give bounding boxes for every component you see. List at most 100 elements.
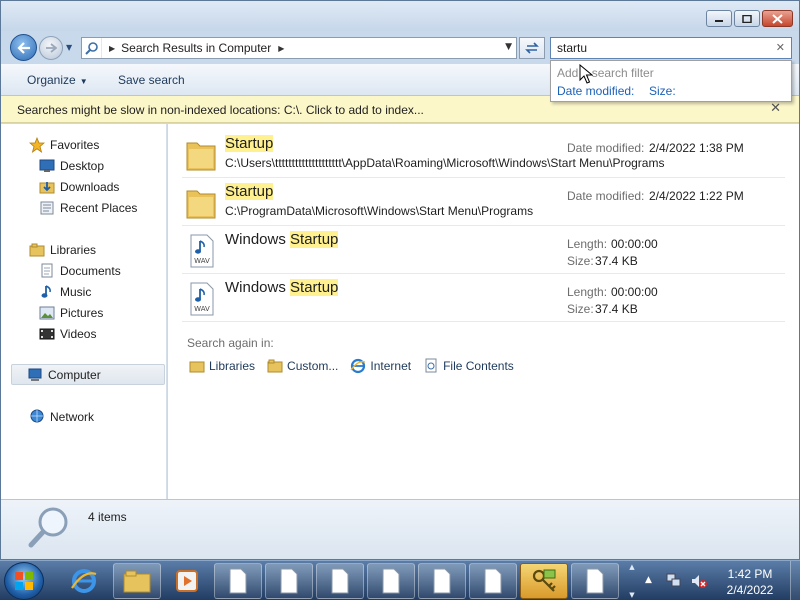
search-again-custom[interactable]: Custom...: [267, 358, 338, 374]
result-row[interactable]: Startup C:\Users\tttttttttttttttttttt\Ap…: [182, 131, 785, 178]
search-again-libraries[interactable]: Libraries: [189, 358, 255, 374]
search-input[interactable]: startu ✕: [550, 37, 792, 59]
taskbar-keys-app[interactable]: [520, 563, 568, 599]
address-dropdown-icon[interactable]: ▼: [505, 42, 512, 52]
music-icon: [38, 284, 56, 300]
nav-pictures[interactable]: Pictures: [1, 302, 167, 323]
result-row[interactable]: WAV Windows Startup Length: 00:00:00 Siz…: [182, 275, 785, 322]
scroll-down-icon[interactable]: ▼: [629, 591, 634, 599]
nav-recent-places[interactable]: Recent Places: [1, 197, 167, 218]
save-search-button[interactable]: Save search: [118, 73, 185, 87]
taskbar-document-window[interactable]: [367, 563, 415, 599]
start-button[interactable]: [4, 562, 44, 600]
close-icon: [772, 13, 783, 24]
document-icon: [331, 568, 349, 594]
nav-computer-label: Computer: [48, 367, 101, 382]
favorites-group: Favorites Desktop Downloads Recent Place…: [1, 134, 167, 218]
navigation-pane: Favorites Desktop Downloads Recent Place…: [1, 124, 167, 499]
clear-search-icon[interactable]: ✕: [776, 41, 785, 54]
organize-label: Organize: [27, 73, 76, 87]
info-bar-message[interactable]: Searches might be slow in non-indexed lo…: [17, 103, 424, 117]
nav-network-label: Network: [50, 409, 95, 424]
document-icon: [382, 568, 400, 594]
desktop-icon: [38, 158, 56, 174]
nav-favorites[interactable]: Favorites: [1, 134, 167, 155]
nav-documents[interactable]: Documents: [1, 260, 167, 281]
clock-date: 2/4/2022: [726, 583, 774, 597]
taskbar-document-window[interactable]: [316, 563, 364, 599]
match-highlight: Startup: [225, 135, 274, 152]
refresh-icon: [525, 42, 539, 54]
nav-libraries[interactable]: Libraries: [1, 239, 167, 260]
size-filter[interactable]: Size:: [649, 84, 676, 98]
result-name: Startup: [225, 183, 274, 200]
forward-arrow-icon: [46, 43, 57, 53]
folder-icon: [267, 358, 283, 374]
wav-badge-text: WAV: [194, 257, 210, 265]
search-again-internet[interactable]: Internet: [350, 358, 411, 374]
meta-label: Length:: [567, 237, 608, 251]
minimize-button[interactable]: [706, 10, 732, 27]
breadcrumb-current[interactable]: Search Results in Computer: [121, 41, 271, 55]
explorer-window: ▼ ▶ Search Results in Computer ▶ ▼ start…: [0, 0, 800, 560]
mouse-cursor-icon: [579, 64, 593, 84]
nav-videos[interactable]: Videos: [1, 323, 167, 344]
search-filter-hint: Add a search filter: [557, 66, 654, 80]
show-hidden-icons-icon[interactable]: ▲: [645, 575, 652, 585]
taskbar-document-window[interactable]: [214, 563, 262, 599]
search-again-file-contents[interactable]: File Contents: [423, 358, 514, 374]
results-pane: Startup C:\Users\tttttttttttttttttttt\Ap…: [168, 124, 799, 499]
maximize-button[interactable]: [734, 10, 760, 27]
taskbar-document-window[interactable]: [418, 563, 466, 599]
taskbar-media-player[interactable]: [163, 563, 211, 599]
item-count: 4 items: [88, 510, 127, 524]
refresh-button[interactable]: [519, 37, 545, 59]
result-row[interactable]: WAV Windows Startup Length: 00:00:00 Siz…: [182, 227, 785, 274]
libraries-group: Libraries Documents Music Pictures Video…: [1, 239, 167, 344]
documents-icon: [38, 263, 56, 279]
nav-downloads[interactable]: Downloads: [1, 176, 167, 197]
network-icon: [28, 409, 46, 425]
nav-desktop-label: Desktop: [60, 158, 105, 173]
close-info-bar-icon[interactable]: ✕: [770, 101, 781, 116]
search-query-text[interactable]: startu: [557, 41, 587, 55]
star-icon: [28, 136, 46, 153]
address-bar[interactable]: ▶ Search Results in Computer ▶ ▼: [81, 37, 517, 59]
date-modified-filter[interactable]: Date modified:: [557, 84, 634, 98]
nav-computer[interactable]: Computer: [11, 364, 165, 385]
close-button[interactable]: [762, 10, 793, 27]
windows-logo-icon: [15, 572, 33, 590]
taskbar-document-window[interactable]: [265, 563, 313, 599]
organize-button[interactable]: Organize ▼: [27, 73, 88, 87]
volume-muted-icon[interactable]: [690, 573, 708, 589]
show-desktop-button[interactable]: [790, 561, 800, 600]
forward-button[interactable]: [39, 36, 63, 60]
recent-pages-dropdown[interactable]: ▼: [66, 43, 72, 52]
result-row[interactable]: Startup C:\ProgramData\Microsoft\Windows…: [182, 179, 785, 226]
title-bar[interactable]: [1, 1, 799, 31]
nav-music[interactable]: Music: [1, 281, 167, 302]
taskbar-windows-explorer[interactable]: [113, 563, 161, 599]
meta-value: 2/4/2022 1:22 PM: [649, 189, 744, 203]
back-button[interactable]: [10, 34, 37, 61]
taskbar-internet-explorer[interactable]: [60, 563, 108, 599]
scroll-up-icon[interactable]: ▲: [629, 563, 634, 571]
nav-favorites-label: Favorites: [50, 137, 100, 152]
result-name: Windows Startup: [225, 231, 339, 248]
meta-value: 37.4 KB: [595, 254, 638, 268]
videos-icon: [38, 326, 56, 342]
document-icon: [586, 568, 604, 594]
breadcrumb-chevron-icon[interactable]: ▶: [109, 44, 115, 53]
breadcrumb-chevron-icon[interactable]: ▶: [278, 44, 284, 53]
taskbar-document-window[interactable]: [571, 563, 619, 599]
folder-icon: [123, 570, 151, 593]
wav-audio-file-icon: WAV: [190, 234, 214, 268]
nav-network[interactable]: Network: [1, 406, 167, 427]
details-pane: 4 items: [1, 499, 799, 559]
taskbar-document-window[interactable]: [469, 563, 517, 599]
system-clock[interactable]: 1:42 PM 2/4/2022: [716, 566, 784, 598]
network-status-icon[interactable]: [665, 573, 683, 589]
nav-desktop[interactable]: Desktop: [1, 155, 167, 176]
nav-videos-label: Videos: [60, 326, 97, 341]
taskbar-scroll[interactable]: ▲ ▼: [626, 563, 638, 599]
